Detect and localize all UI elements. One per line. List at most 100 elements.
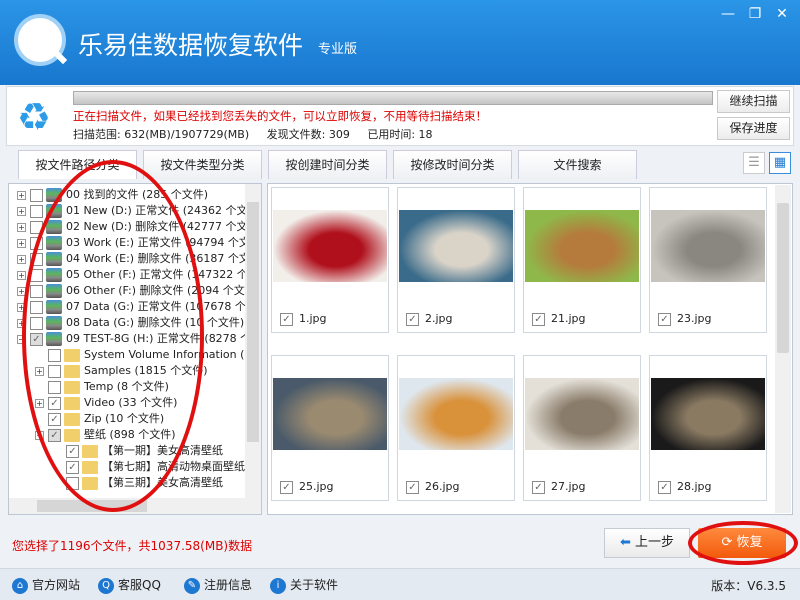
tree-node-label: 【第三期】美女高清壁纸: [102, 476, 223, 489]
support-qq-link[interactable]: Q 客服QQ: [98, 576, 161, 594]
tree-node[interactable]: System Volume Information (1: [35, 347, 251, 363]
tab-by-path[interactable]: 按文件路径分类: [18, 150, 137, 179]
tab-file-search[interactable]: 文件搜索: [518, 150, 637, 179]
maximize-button[interactable]: ❐: [745, 6, 765, 22]
tree-node[interactable]: + Samples (1815 个文件): [35, 363, 208, 379]
file-thumbnail-card[interactable]: ✓ 21.jpg: [523, 187, 641, 333]
tree-checkbox[interactable]: ✓: [48, 412, 61, 426]
file-checkbox[interactable]: ✓: [406, 480, 419, 494]
save-progress-button[interactable]: 保存进度: [717, 117, 790, 140]
tree-checkbox[interactable]: [30, 220, 43, 234]
file-thumbnail-card[interactable]: ✓ 25.jpg: [271, 355, 389, 501]
grid-view-icon[interactable]: ▦: [769, 152, 791, 174]
tree-checkbox[interactable]: [48, 380, 61, 394]
grid-scrollbar[interactable]: [775, 185, 791, 513]
file-checkbox[interactable]: ✓: [280, 480, 293, 494]
tree-node[interactable]: ✓ Zip (10 个文件): [35, 411, 164, 427]
expand-icon[interactable]: +: [17, 190, 26, 200]
file-checkbox[interactable]: ✓: [280, 312, 293, 326]
drive-icon: [46, 300, 62, 314]
expand-icon[interactable]: +: [17, 222, 26, 232]
file-name: 26.jpg: [425, 480, 460, 493]
official-site-link[interactable]: ⌂ 官方网站: [12, 576, 80, 594]
folder-icon: [64, 364, 80, 378]
file-thumbnail-card[interactable]: ✓ 23.jpg: [649, 187, 767, 333]
collapse-icon[interactable]: −: [35, 430, 44, 440]
about-link[interactable]: i 关于软件: [270, 576, 338, 594]
tree-node[interactable]: +04 Work (E:) 删除文件 (36187 个文件): [17, 251, 262, 267]
file-checkbox[interactable]: ✓: [658, 312, 671, 326]
image-preview: [273, 210, 387, 282]
register-info-link[interactable]: ✎ 注册信息: [184, 576, 252, 594]
tree-node[interactable]: ✓ 【第七期】高清动物桌面壁纸: [53, 459, 245, 475]
minimize-button[interactable]: —: [718, 6, 738, 22]
expand-icon[interactable]: +: [17, 286, 26, 296]
file-thumbnail-card[interactable]: ✓ 28.jpg: [649, 355, 767, 501]
tree-checkbox[interactable]: ✓: [30, 332, 43, 346]
tree-node[interactable]: +06 Other (F:) 删除文件 (2094 个文件): [17, 283, 260, 299]
tree-checkbox[interactable]: [48, 348, 61, 362]
tree-node[interactable]: ✓ 【第一期】美女高清壁纸: [53, 443, 223, 459]
collapse-icon[interactable]: −: [17, 334, 26, 344]
tree-node[interactable]: − ✓ 09 TEST-8G (H:) 正常文件 (8278 个文件): [17, 331, 261, 347]
tree-node[interactable]: + ✓ Video (33 个文件): [35, 395, 177, 411]
drive-icon: [46, 268, 62, 282]
file-checkbox[interactable]: ✓: [658, 480, 671, 494]
close-button[interactable]: ✕: [772, 6, 792, 22]
tree-checkbox[interactable]: [30, 268, 43, 282]
tree-checkbox[interactable]: ✓: [48, 428, 61, 442]
tree-node[interactable]: Temp (8 个文件): [35, 379, 169, 395]
tree-checkbox[interactable]: [30, 252, 43, 266]
file-checkbox[interactable]: ✓: [532, 480, 545, 494]
tree-vertical-scrollbar[interactable]: [245, 184, 261, 499]
tree-checkbox[interactable]: ✓: [66, 460, 79, 474]
drive-icon: [46, 236, 62, 250]
file-thumbnail-card[interactable]: ✓ 26.jpg: [397, 355, 515, 501]
tree-checkbox[interactable]: [30, 236, 43, 250]
file-thumbnail-card[interactable]: ✓ 1.jpg: [271, 187, 389, 333]
tree-node-label: 04 Work (E:) 删除文件 (36187 个文件): [66, 252, 262, 265]
file-thumbnail-card[interactable]: ✓ 27.jpg: [523, 355, 641, 501]
list-view-icon[interactable]: ☰: [743, 152, 765, 174]
file-thumbnail-card[interactable]: ✓ 2.jpg: [397, 187, 515, 333]
tree-checkbox[interactable]: [30, 300, 43, 314]
tree-checkbox[interactable]: [30, 188, 43, 202]
file-checkbox[interactable]: ✓: [532, 312, 545, 326]
tree-checkbox[interactable]: ✓: [66, 444, 79, 458]
expand-icon[interactable]: +: [17, 302, 26, 312]
tree-node[interactable]: +05 Other (F:) 正常文件 (147322 个文件): [17, 267, 261, 283]
prev-step-button[interactable]: ⬅ 上一步: [604, 528, 690, 558]
tree-checkbox[interactable]: [66, 476, 79, 490]
file-checkbox[interactable]: ✓: [406, 312, 419, 326]
tree-checkbox[interactable]: ✓: [48, 396, 61, 410]
recover-button[interactable]: ⟳ 恢复: [698, 528, 786, 558]
tab-by-created[interactable]: 按创建时间分类: [268, 150, 387, 179]
expand-icon[interactable]: +: [17, 254, 26, 264]
tree-node[interactable]: 【第三期】美女高清壁纸: [53, 475, 223, 491]
image-preview: [273, 378, 387, 450]
tree-checkbox[interactable]: [48, 364, 61, 378]
tree-node[interactable]: +03 Work (E:) 正常文件 (94794 个文件): [17, 235, 261, 251]
tree-node[interactable]: +02 New (D:) 删除文件 (42777 个文件): [17, 219, 261, 235]
expand-icon[interactable]: +: [35, 366, 44, 376]
expand-icon[interactable]: +: [17, 270, 26, 280]
expand-icon[interactable]: +: [35, 398, 44, 408]
tree-node[interactable]: +08 Data (G:) 删除文件 (10 个文件): [17, 315, 244, 331]
expand-icon[interactable]: +: [17, 238, 26, 248]
tree-node[interactable]: +01 New (D:) 正常文件 (24362 个文件): [17, 203, 261, 219]
tree-node[interactable]: +07 Data (G:) 正常文件 (107678 个文件): [17, 299, 261, 315]
tree-checkbox[interactable]: [30, 316, 43, 330]
expand-icon[interactable]: +: [17, 206, 26, 216]
link-label: 注册信息: [204, 578, 253, 592]
elapsed-time: 已用时间: 18: [367, 128, 433, 141]
tree-checkbox[interactable]: [30, 204, 43, 218]
continue-scan-button[interactable]: 继续扫描: [717, 90, 790, 113]
expand-icon[interactable]: +: [17, 318, 26, 328]
link-label: 官方网站: [32, 578, 81, 592]
tree-checkbox[interactable]: [30, 284, 43, 298]
tree-horizontal-scrollbar[interactable]: [9, 498, 261, 514]
tree-node[interactable]: +00 找到的文件 (285 个文件): [17, 187, 208, 203]
tree-node[interactable]: − ✓ 壁纸 (898 个文件): [35, 427, 176, 443]
tab-by-type[interactable]: 按文件类型分类: [143, 150, 262, 179]
tab-by-modified[interactable]: 按修改时间分类: [393, 150, 512, 179]
